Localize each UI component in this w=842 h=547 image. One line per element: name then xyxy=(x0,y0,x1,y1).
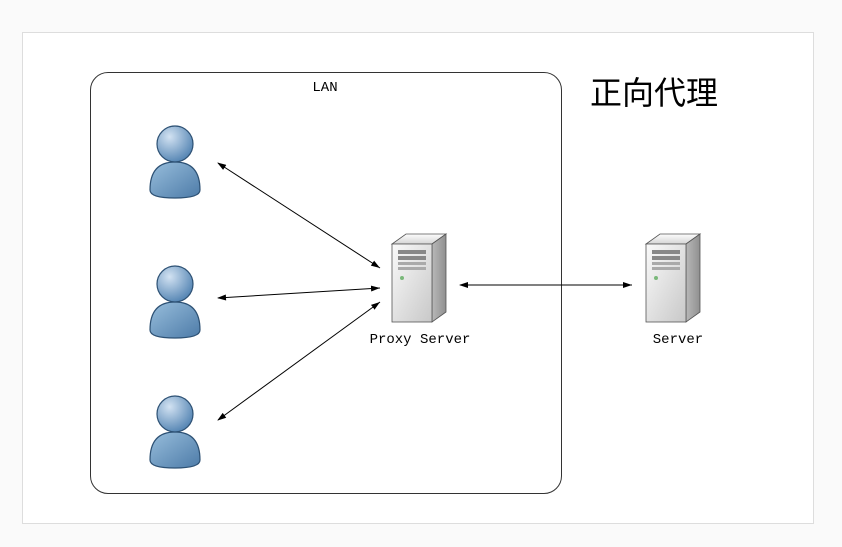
proxy-server-label: Proxy Server xyxy=(365,332,475,348)
lan-label: LAN xyxy=(306,80,343,96)
lan-label-wrap: LAN xyxy=(90,72,560,90)
proxy-server-icon xyxy=(380,230,460,335)
user-icon xyxy=(140,390,210,475)
user-icon xyxy=(140,120,210,205)
diagram-title: 正向代理 xyxy=(590,68,718,114)
user-icon xyxy=(140,260,210,345)
server-label: Server xyxy=(648,332,708,348)
server-icon xyxy=(634,230,714,335)
